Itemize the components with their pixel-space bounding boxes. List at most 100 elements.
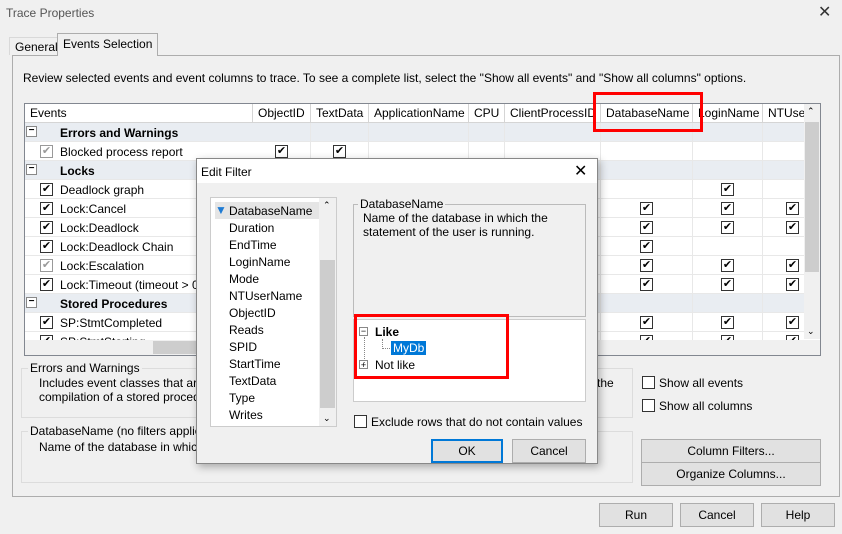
column-description-box: DatabaseName Name of the database in whi… <box>353 197 586 317</box>
filter-column-item[interactable]: NTUserName <box>215 287 327 304</box>
column-checkbox[interactable]: ✔ <box>640 202 653 215</box>
event-label: Lock:Deadlock <box>60 221 139 235</box>
event-label: Lock:Timeout (timeout > 0) <box>60 278 203 292</box>
column-header[interactable]: Events <box>25 104 253 123</box>
filter-column-list[interactable]: ▼ DatabaseName Duration EndTime LoginName Mod… <box>210 197 337 427</box>
event-label: Deadlock graph <box>60 183 145 197</box>
show-all-events-label[interactable]: Show all events <box>659 376 743 390</box>
event-checkbox[interactable]: ✔ <box>40 278 53 291</box>
collapse-icon[interactable]: − <box>26 164 37 175</box>
column-checkbox[interactable]: ✔ <box>786 221 799 234</box>
filter-column-item[interactable]: EndTime <box>215 236 327 253</box>
event-label: Errors and Warnings <box>60 126 179 140</box>
column-checkbox[interactable]: ✔ <box>640 259 653 272</box>
event-label: Lock:Escalation <box>60 259 145 273</box>
column-header[interactable]: CPU <box>469 104 505 123</box>
filter-column-item[interactable]: SPID <box>215 338 327 355</box>
vertical-scrollbar[interactable]: ⌃ ⌄ <box>804 104 820 339</box>
collapse-icon[interactable]: − <box>26 297 37 308</box>
event-checkbox[interactable]: ✔ <box>40 240 53 253</box>
column-checkbox[interactable]: ✔ <box>333 145 346 158</box>
exclude-rows-label[interactable]: Exclude rows that do not contain values <box>371 415 582 429</box>
event-checkbox[interactable]: ✔ <box>40 145 53 158</box>
column-checkbox[interactable]: ✔ <box>786 278 799 291</box>
filter-column-label: TextData <box>229 374 277 388</box>
column-checkbox[interactable]: ✔ <box>786 259 799 272</box>
event-label: Stored Procedures <box>60 297 168 311</box>
column-checkbox[interactable]: ✔ <box>721 278 734 291</box>
column-filters-button[interactable]: Column Filters... <box>641 439 821 463</box>
column-checkbox[interactable]: ✔ <box>275 145 288 158</box>
tab-events-selection[interactable]: Events Selection <box>57 33 159 56</box>
column-header[interactable]: ObjectID <box>253 104 311 123</box>
annotation-box-like <box>354 314 509 379</box>
show-all-columns-checkbox[interactable] <box>642 399 655 412</box>
event-checkbox[interactable]: ✔ <box>40 316 53 329</box>
event-label: Lock:Deadlock Chain <box>60 240 174 254</box>
show-all-events-checkbox[interactable] <box>642 376 655 389</box>
event-label: Locks <box>60 164 95 178</box>
filter-column-item[interactable]: StartTime <box>215 355 327 372</box>
filter-column-item[interactable]: Reads <box>215 321 327 338</box>
filter-column-label: Duration <box>229 221 275 235</box>
show-all-columns-label[interactable]: Show all columns <box>659 399 752 413</box>
annotation-box-databasename <box>593 92 703 132</box>
filter-column-item[interactable]: Duration <box>215 219 327 236</box>
instructions: Review selected events and event columns… <box>23 71 747 85</box>
filter-funnel-icon: ▼ <box>215 203 227 217</box>
event-checkbox[interactable]: ✔ <box>40 259 53 272</box>
filter-column-label: Mode <box>229 272 260 286</box>
column-checkbox[interactable]: ✔ <box>721 183 734 196</box>
dialog-title: Edit Filter <box>201 165 252 179</box>
edit-filter-dialog: Edit Filter ✕ ▼ DatabaseName Duration EndTi… <box>196 158 598 464</box>
column-header[interactable]: LoginName <box>693 104 763 123</box>
event-label: Lock:Cancel <box>60 202 127 216</box>
exclude-rows-checkbox[interactable] <box>354 415 367 428</box>
cancel-button[interactable]: Cancel <box>680 503 754 527</box>
filter-column-item[interactable]: LoginName <box>215 253 327 270</box>
column-checkbox[interactable]: ✔ <box>640 221 653 234</box>
filter-column-label: NTUserName <box>229 289 303 303</box>
filter-column-label: Reads <box>229 323 264 337</box>
column-checkbox[interactable]: ✔ <box>640 278 653 291</box>
column-header[interactable]: ApplicationName <box>369 104 469 123</box>
organize-columns-button[interactable]: Organize Columns... <box>641 462 821 486</box>
close-icon[interactable]: ✕ <box>818 2 831 22</box>
filter-column-item[interactable]: ▼ DatabaseName <box>215 202 327 219</box>
filter-column-label: SPID <box>229 340 258 354</box>
event-checkbox[interactable]: ✔ <box>40 202 53 215</box>
column-list-scrollbar[interactable]: ⌃ ⌄ <box>319 198 336 426</box>
column-checkbox[interactable]: ✔ <box>721 202 734 215</box>
filter-column-label: ObjectID <box>229 306 276 320</box>
help-button[interactable]: Help <box>761 503 835 527</box>
event-checkbox[interactable]: ✔ <box>40 183 53 196</box>
column-header[interactable]: ClientProcessID <box>505 104 601 123</box>
event-label: Blocked process report <box>60 145 183 159</box>
filter-column-item[interactable]: TextData <box>215 372 327 389</box>
column-checkbox[interactable]: ✔ <box>640 240 653 253</box>
column-header[interactable]: TextData <box>311 104 369 123</box>
ok-button[interactable]: OK <box>431 439 503 463</box>
dialog-close-icon[interactable]: ✕ <box>574 161 587 181</box>
filter-column-item[interactable]: Type <box>215 389 327 406</box>
event-checkbox[interactable]: ✔ <box>40 221 53 234</box>
tab-general[interactable]: General <box>9 37 64 55</box>
column-checkbox[interactable]: ✔ <box>640 316 653 329</box>
column-checkbox[interactable]: ✔ <box>786 316 799 329</box>
dialog-cancel-button[interactable]: Cancel <box>512 439 586 463</box>
filter-column-label: StartTime <box>229 357 281 371</box>
filter-column-item[interactable]: Mode <box>215 270 327 287</box>
filter-column-item[interactable]: Writes <box>215 406 327 423</box>
filter-column-item[interactable]: ObjectID <box>215 304 327 321</box>
filter-column-label: EndTime <box>229 238 277 252</box>
column-checkbox[interactable]: ✔ <box>786 202 799 215</box>
column-checkbox[interactable]: ✔ <box>721 221 734 234</box>
filter-column-label: Type <box>229 391 256 405</box>
run-button[interactable]: Run <box>599 503 673 527</box>
event-label: SP:StmtCompleted <box>60 316 163 330</box>
column-checkbox[interactable]: ✔ <box>721 259 734 272</box>
column-checkbox[interactable]: ✔ <box>721 316 734 329</box>
filter-column-label: LoginName <box>229 255 291 269</box>
collapse-icon[interactable]: − <box>26 126 37 137</box>
filter-column-label: Writes <box>229 408 263 422</box>
